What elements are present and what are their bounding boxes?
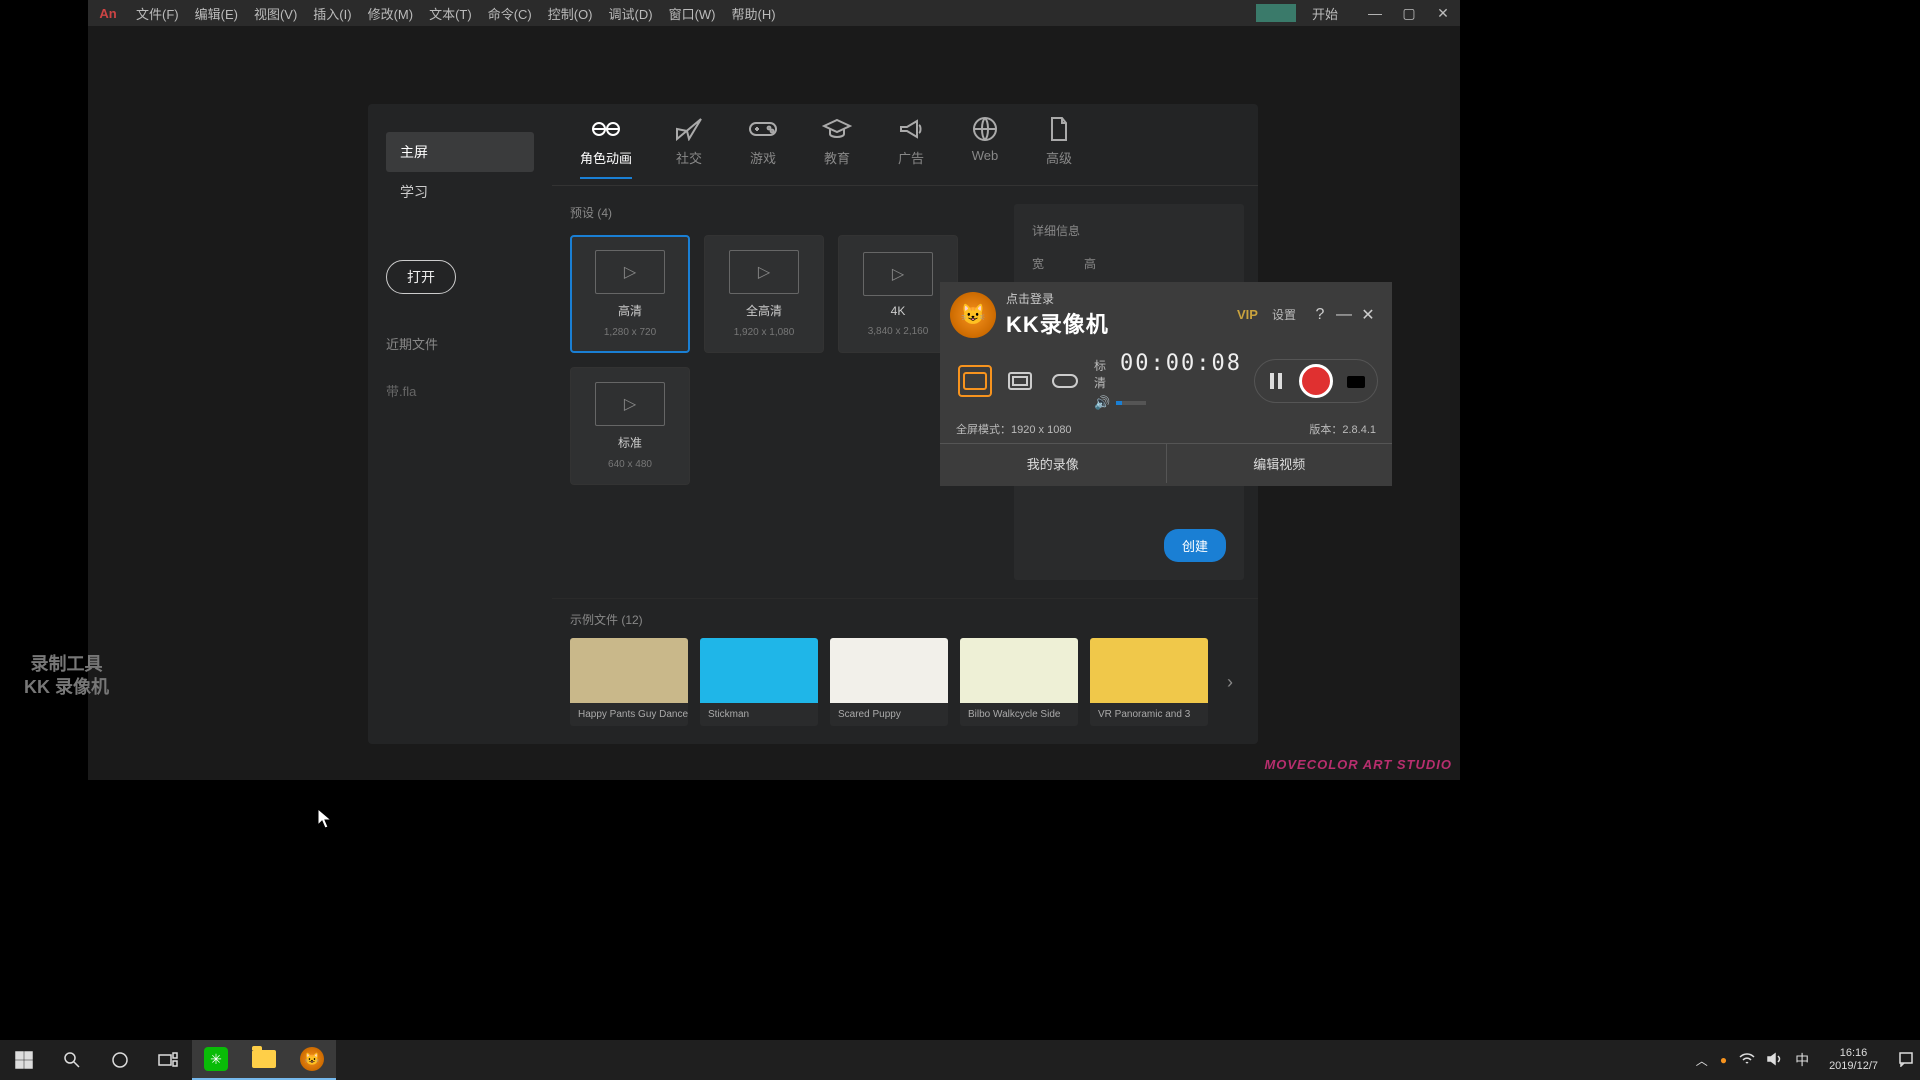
- workspace-thumb[interactable]: [1256, 4, 1296, 22]
- dialog-sidebar: 主屏 学习 打开 近期文件 带.fla: [368, 104, 552, 744]
- samples-panel: 示例文件 (12) Happy Pants Guy Dance Stickman…: [552, 598, 1258, 744]
- category-tabs: 角色动画 社交 游戏 教育 广告 Web 高级: [552, 116, 1258, 186]
- cat-game[interactable]: 游戏: [746, 116, 780, 179]
- sidebar-tab-learn[interactable]: 学习: [386, 172, 534, 212]
- kk-controls: [1254, 359, 1378, 403]
- preset-hd[interactable]: ▷高清1,280 x 720: [570, 235, 690, 353]
- minimize-icon[interactable]: —: [1358, 5, 1392, 21]
- kk-mode-game[interactable]: [1049, 365, 1082, 397]
- sample-card[interactable]: Happy Pants Guy Dance: [570, 638, 688, 726]
- menu-help[interactable]: 帮助(H): [724, 4, 784, 23]
- create-button[interactable]: 创建: [1164, 529, 1226, 562]
- cat-education[interactable]: 教育: [820, 116, 854, 179]
- taskbar-explorer[interactable]: [240, 1040, 288, 1080]
- workspace-switcher[interactable]: 开始: [1304, 4, 1346, 23]
- maximize-icon[interactable]: ▢: [1392, 5, 1426, 22]
- search-button[interactable]: [48, 1040, 96, 1080]
- kk-timer: 00:00:08: [1120, 351, 1242, 376]
- detail-width-label: 宽: [1032, 255, 1044, 272]
- recording-tool-watermark: 录制工具KK 录像机: [24, 653, 109, 700]
- kk-mode-region[interactable]: [1004, 365, 1037, 397]
- menu-control[interactable]: 控制(O): [540, 4, 601, 23]
- extension-label: 带.fla: [386, 381, 534, 400]
- cat-label: 角色动画: [580, 148, 632, 167]
- menu-debug[interactable]: 调试(D): [601, 4, 661, 23]
- sample-card[interactable]: Stickman: [700, 638, 818, 726]
- cat-character[interactable]: 角色动画: [580, 116, 632, 179]
- taskbar-wechat[interactable]: ✳: [192, 1040, 240, 1080]
- kk-close-icon[interactable]: ✕: [1356, 305, 1380, 325]
- recent-files-label: 近期文件: [386, 334, 534, 353]
- close-icon[interactable]: ✕: [1426, 5, 1460, 22]
- kk-minimize-icon[interactable]: —: [1332, 306, 1356, 324]
- tray-wifi-icon[interactable]: [1739, 1052, 1755, 1069]
- tray-volume-icon[interactable]: [1767, 1052, 1783, 1069]
- sample-card[interactable]: VR Panoramic and 3: [1090, 638, 1208, 726]
- tray-clock[interactable]: 16:162019/12/7: [1821, 1047, 1886, 1073]
- kk-edit-video-button[interactable]: 编辑视频: [1167, 444, 1393, 483]
- kk-app-icon: 😺: [950, 292, 996, 338]
- menu-edit[interactable]: 编辑(E): [187, 4, 246, 23]
- cat-ads[interactable]: 广告: [894, 116, 928, 179]
- menu-command[interactable]: 命令(C): [480, 4, 540, 23]
- menubar: An 文件(F) 编辑(E) 视图(V) 插入(I) 修改(M) 文本(T) 命…: [88, 0, 1460, 26]
- menu-file[interactable]: 文件(F): [128, 4, 187, 23]
- menu-window[interactable]: 窗口(W): [661, 4, 724, 23]
- kk-quality-label: 标清: [1094, 357, 1106, 391]
- sample-card[interactable]: Scared Puppy: [830, 638, 948, 726]
- cat-label: 广告: [898, 148, 924, 167]
- open-button[interactable]: 打开: [386, 260, 456, 294]
- kk-record-button[interactable]: [1299, 364, 1333, 398]
- menu-view[interactable]: 视图(V): [246, 4, 305, 23]
- detail-height-label: 高: [1084, 255, 1096, 272]
- detail-header: 详细信息: [1032, 222, 1226, 239]
- preset-fullhd[interactable]: ▷全高清1,920 x 1,080: [704, 235, 824, 353]
- cat-social[interactable]: 社交: [672, 116, 706, 179]
- kk-version: 版本：2.8.4.1: [1309, 421, 1376, 437]
- menu-text[interactable]: 文本(T): [421, 4, 480, 23]
- samples-next-icon[interactable]: ›: [1220, 672, 1240, 693]
- app-logo: An: [88, 6, 128, 21]
- tray-notifications-icon[interactable]: [1898, 1051, 1914, 1070]
- kk-help-icon[interactable]: ?: [1308, 306, 1332, 324]
- kk-settings-link[interactable]: 设置: [1272, 306, 1296, 323]
- start-button[interactable]: [0, 1040, 48, 1080]
- taskbar: ✳ 😺 ︿ ● 中 16:162019/12/7: [0, 1040, 1920, 1080]
- menu-modify[interactable]: 修改(M): [360, 4, 422, 23]
- cortana-button[interactable]: [96, 1040, 144, 1080]
- tray-chevron-icon[interactable]: ︿: [1696, 1052, 1708, 1069]
- menu-insert[interactable]: 插入(I): [305, 4, 359, 23]
- taskview-button[interactable]: [144, 1040, 192, 1080]
- kk-recorder-window: 😺 点击登录 KK录像机 VIP 设置 ? — ✕ 标清 00:00:08 🔊 全…: [940, 282, 1392, 486]
- kk-volume-icon[interactable]: 🔊: [1094, 395, 1110, 411]
- cat-web[interactable]: Web: [968, 116, 1002, 179]
- kk-my-recordings-button[interactable]: 我的录像: [940, 444, 1167, 483]
- cat-advanced[interactable]: 高级: [1042, 116, 1076, 179]
- preset-standard[interactable]: ▷标准640 x 480: [570, 367, 690, 485]
- kk-screenshot-button[interactable]: [1341, 366, 1371, 396]
- cat-label: 社交: [676, 148, 702, 167]
- kk-status-mode: 全屏模式：1920 x 1080: [956, 421, 1072, 437]
- sample-card[interactable]: Bilbo Walkcycle Side: [960, 638, 1078, 726]
- taskbar-kk[interactable]: 😺: [288, 1040, 336, 1080]
- kk-pause-button[interactable]: [1261, 366, 1291, 396]
- cat-label: 游戏: [750, 148, 776, 167]
- kk-login-link[interactable]: 点击登录: [1006, 290, 1233, 307]
- studio-watermark: MOVECOLOR ART STUDIO: [1264, 757, 1452, 772]
- cat-label: 高级: [1046, 148, 1072, 167]
- sidebar-tab-home[interactable]: 主屏: [386, 132, 534, 172]
- kk-title: KK录像机: [1006, 307, 1233, 339]
- cat-label: 教育: [824, 148, 850, 167]
- kk-mode-fullscreen[interactable]: [958, 365, 992, 397]
- presets-header: 预设 (4): [570, 204, 996, 221]
- samples-header: 示例文件 (12): [570, 611, 1240, 628]
- tray-app-icon[interactable]: ●: [1720, 1053, 1727, 1067]
- tray-ime[interactable]: 中: [1795, 1050, 1809, 1070]
- kk-vip-badge[interactable]: VIP: [1237, 307, 1258, 322]
- cat-label: Web: [972, 148, 999, 163]
